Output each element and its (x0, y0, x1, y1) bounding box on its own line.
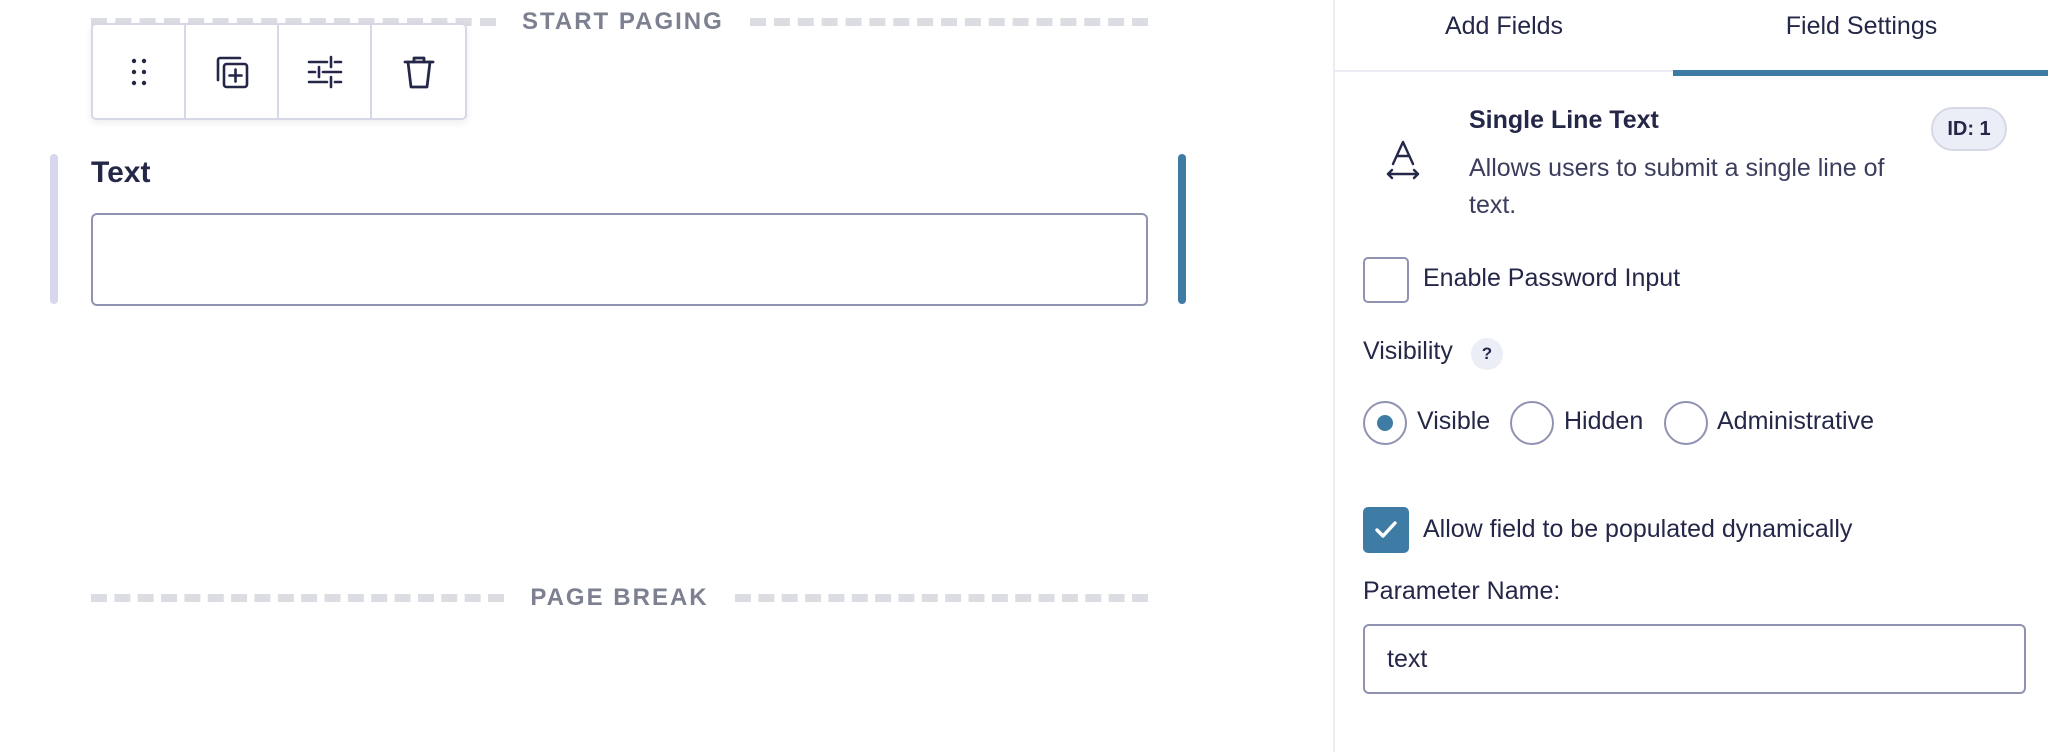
field-label[interactable]: Text (91, 156, 150, 190)
divider-dash (91, 594, 505, 602)
sliders-icon (307, 55, 342, 88)
field-type-description: Allows users to submit a single line of … (1469, 154, 1885, 219)
form-canvas: START PAGING Text PAGE BREAK (0, 0, 1333, 752)
text-field-icon (1386, 140, 1420, 180)
visibility-hidden-radio[interactable] (1510, 401, 1554, 445)
field-selection-accent-bar (1178, 154, 1186, 304)
drag-handle-icon (131, 58, 146, 85)
drag-handle-button[interactable] (93, 25, 186, 118)
delete-field-button[interactable] (372, 25, 465, 118)
duplicate-icon (216, 56, 248, 88)
settings-sidebar: Add Fields Field Settings Single Line Te… (1333, 0, 2048, 752)
parameter-name-label: Parameter Name: (1363, 577, 1561, 605)
dynamic-population-checkbox[interactable] (1363, 507, 1409, 553)
field-selection-bar (50, 154, 58, 304)
tab-add-fields[interactable]: Add Fields (1335, 0, 1673, 72)
visibility-administrative-radio[interactable] (1664, 401, 1708, 445)
checkmark-icon (1375, 521, 1397, 538)
dynamic-population-label[interactable]: Allow field to be populated dynamically (1423, 515, 1852, 544)
duplicate-field-button[interactable] (186, 25, 279, 118)
parameter-name-input[interactable] (1363, 624, 2026, 694)
visibility-hidden-label[interactable]: Hidden (1564, 407, 1643, 436)
page-break-label: PAGE BREAK (530, 584, 709, 611)
sidebar-tabs: Add Fields Field Settings (1335, 0, 2048, 76)
text-field-preview[interactable] (91, 213, 1148, 306)
divider-dash (749, 18, 1148, 26)
start-paging-label: START PAGING (522, 8, 724, 35)
visibility-label: Visibility (1363, 337, 1453, 365)
visibility-visible-label[interactable]: Visible (1417, 407, 1490, 436)
visibility-help-icon[interactable]: ? (1471, 338, 1503, 370)
enable-password-checkbox[interactable] (1363, 257, 1409, 303)
field-type-title: Single Line Text (1469, 106, 1659, 134)
field-id-badge: ID: 1 (1931, 107, 2007, 151)
visibility-visible-radio[interactable] (1363, 401, 1407, 445)
page-break-divider[interactable]: PAGE BREAK (91, 584, 1148, 611)
field-settings-button[interactable] (279, 25, 372, 118)
visibility-administrative-label[interactable]: Administrative (1717, 407, 1874, 436)
trash-icon (403, 56, 434, 88)
field-toolbar (91, 23, 467, 120)
divider-dash (734, 594, 1148, 602)
enable-password-label[interactable]: Enable Password Input (1423, 264, 1680, 293)
tab-field-settings[interactable]: Field Settings (1673, 0, 2048, 76)
